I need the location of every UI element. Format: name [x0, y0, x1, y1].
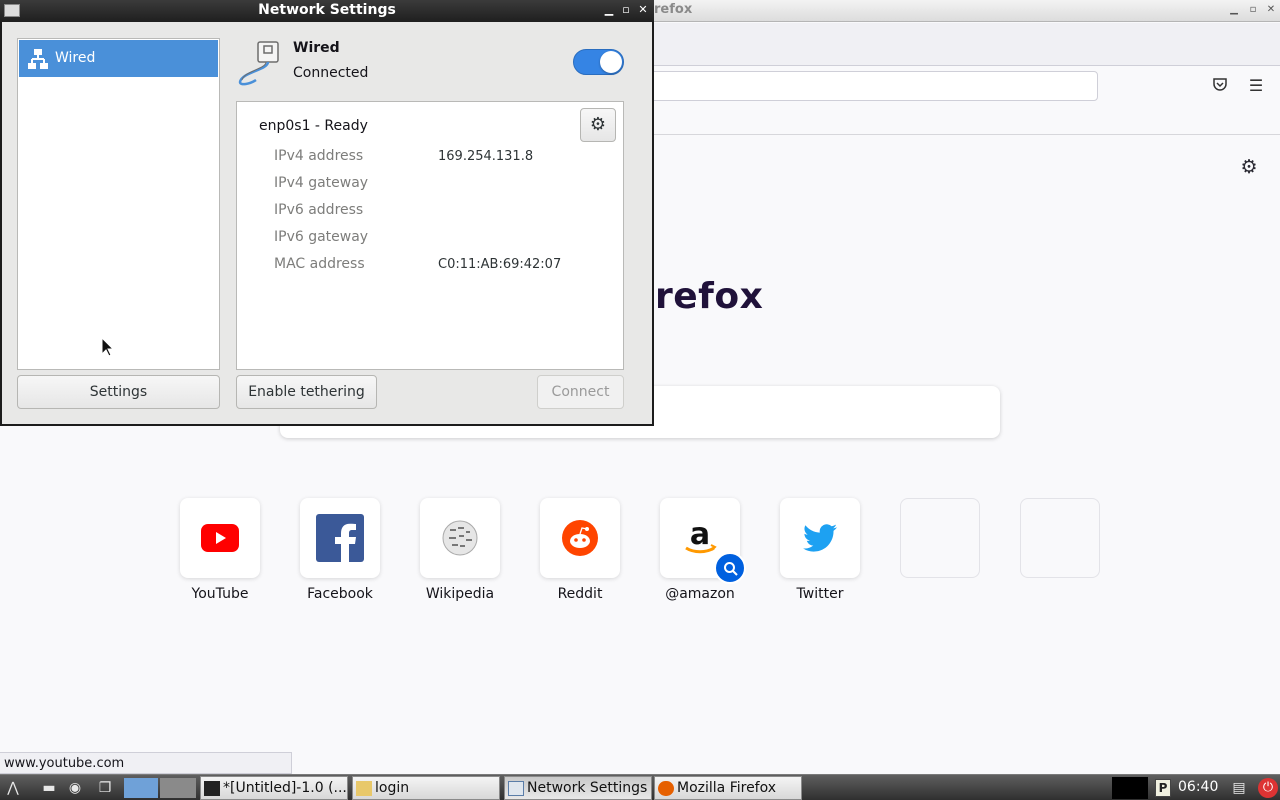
toggle-knob: [600, 51, 622, 73]
url-bar[interactable]: [640, 71, 1098, 101]
workspace-2-icon[interactable]: [160, 778, 196, 798]
window-icon: [508, 781, 524, 796]
gear-icon: ⚙: [589, 114, 607, 135]
task-label: login: [375, 780, 410, 796]
youtube-icon: [201, 524, 239, 552]
task-label: *[Untitled]-1.0 (...: [223, 780, 347, 796]
tile-label: Facebook: [307, 586, 373, 602]
top-site-tile-wikipedia[interactable]: Wikipedia: [420, 498, 500, 602]
top-site-tile-youtube[interactable]: YouTube: [180, 498, 260, 602]
svg-text:a: a: [690, 518, 710, 552]
close-icon[interactable]: ✕: [636, 2, 650, 18]
wired-toggle-switch[interactable]: [573, 49, 624, 75]
tile-label: @amazon: [665, 586, 735, 602]
firefox-icon: [658, 781, 674, 796]
task-label: Mozilla Firefox: [677, 780, 777, 796]
minimize-icon[interactable]: ▁: [1227, 3, 1241, 17]
task-network-settings[interactable]: Network Settings: [504, 776, 652, 800]
ipv4-address-label: IPv4 address: [274, 148, 364, 164]
sidebar-item-label: Wired: [55, 50, 96, 66]
tile-label: Wikipedia: [425, 586, 495, 602]
wired-network-icon: [28, 49, 48, 69]
window-switcher-icon[interactable]: ❐: [94, 778, 116, 798]
start-menu-icon[interactable]: ⋀: [2, 778, 24, 798]
window-title: Network Settings: [258, 2, 396, 18]
ipv4-gateway-label: IPv4 gateway: [274, 175, 369, 191]
top-site-tile-facebook[interactable]: Facebook: [300, 498, 380, 602]
enable-tethering-button[interactable]: Enable tethering: [236, 375, 377, 409]
task-untitled-editor[interactable]: *[Untitled]-1.0 (...: [200, 776, 348, 800]
ipv6-address-label: IPv6 address: [274, 202, 364, 218]
maximize-icon[interactable]: ▫: [619, 2, 633, 18]
cpu-monitor: [1112, 777, 1148, 799]
pocket-icon[interactable]: [1210, 76, 1230, 96]
ethernet-cable-icon: [238, 41, 279, 86]
hamburger-menu-icon[interactable]: ☰: [1246, 76, 1266, 96]
device-title: enp0s1 - Ready: [259, 118, 368, 134]
top-site-tile-empty[interactable]: [900, 498, 980, 578]
network-settings-titlebar[interactable]: Network Settings ▁ ▫ ✕: [0, 0, 654, 22]
connect-button[interactable]: Connect: [537, 375, 624, 409]
close-icon[interactable]: ✕: [1264, 3, 1278, 17]
mac-address-value: C0:11:AB:69:42:07: [438, 257, 562, 272]
workspace-1-icon[interactable]: [124, 778, 158, 798]
search-icon: [724, 562, 738, 576]
newtab-settings-gear-icon[interactable]: ⚙: [1238, 156, 1260, 178]
connection-status: Connected: [293, 65, 369, 81]
task-mozilla-firefox[interactable]: Mozilla Firefox: [654, 776, 802, 800]
facebook-icon: [316, 514, 364, 562]
ipv6-gateway-label: IPv6 gateway: [274, 229, 369, 245]
mouse-cursor-icon: [101, 337, 114, 357]
power-icon[interactable]: ⏻: [1258, 778, 1278, 798]
search-shortcut-badge: [714, 552, 746, 584]
minimize-icon[interactable]: ▁: [602, 2, 616, 18]
terminal-icon: [204, 781, 220, 796]
top-site-tile-twitter[interactable]: Twitter: [780, 498, 860, 602]
task-login[interactable]: login: [352, 776, 500, 800]
connection-title: Wired: [293, 40, 340, 56]
device-options-button[interactable]: ⚙: [580, 108, 616, 142]
tile-label: Reddit: [557, 586, 603, 602]
top-site-tile-empty[interactable]: [1020, 498, 1100, 578]
ipv4-address-value: 169.254.131.8: [438, 149, 534, 164]
sidebar-item-wired[interactable]: Wired: [19, 40, 218, 77]
web-browser-launcher-icon[interactable]: ◉: [64, 778, 86, 798]
folder-icon: [356, 781, 372, 796]
tile-label: Twitter: [796, 586, 844, 602]
maximize-icon[interactable]: ▫: [1246, 3, 1260, 17]
settings-button[interactable]: Settings: [17, 375, 220, 409]
tray-network-icon[interactable]: ▤: [1228, 778, 1250, 798]
show-desktop-icon[interactable]: ▬: [38, 778, 60, 798]
top-site-tile-reddit[interactable]: Reddit: [540, 498, 620, 602]
task-label: Network Settings: [527, 780, 648, 796]
network-settings-window: Network Settings ▁ ▫ ✕ Wired Settings Wi…: [0, 0, 654, 426]
reddit-icon: [562, 520, 598, 556]
clock[interactable]: 06:40: [1178, 779, 1218, 795]
firefox-title: refox: [654, 2, 693, 17]
firefox-wordmark: refox: [655, 276, 764, 317]
connection-list: Wired: [17, 38, 220, 370]
tile-label: YouTube: [191, 586, 249, 602]
device-details-panel: enp0s1 - Ready ⚙ IPv4 address 169.254.13…: [236, 101, 624, 370]
tray-p-icon[interactable]: P: [1155, 779, 1171, 797]
taskbar: ⋀ ▬ ◉ ❐ *[Untitled]-1.0 (... login Netwo…: [0, 774, 1280, 800]
twitter-bird-icon: [803, 524, 837, 552]
mac-address-label: MAC address: [274, 256, 365, 272]
top-site-tile-amazon[interactable]: a @amazon: [660, 498, 746, 602]
amazon-icon: a: [685, 518, 717, 554]
status-url: www.youtube.com: [0, 752, 292, 774]
wikipedia-globe-icon: [442, 520, 478, 556]
